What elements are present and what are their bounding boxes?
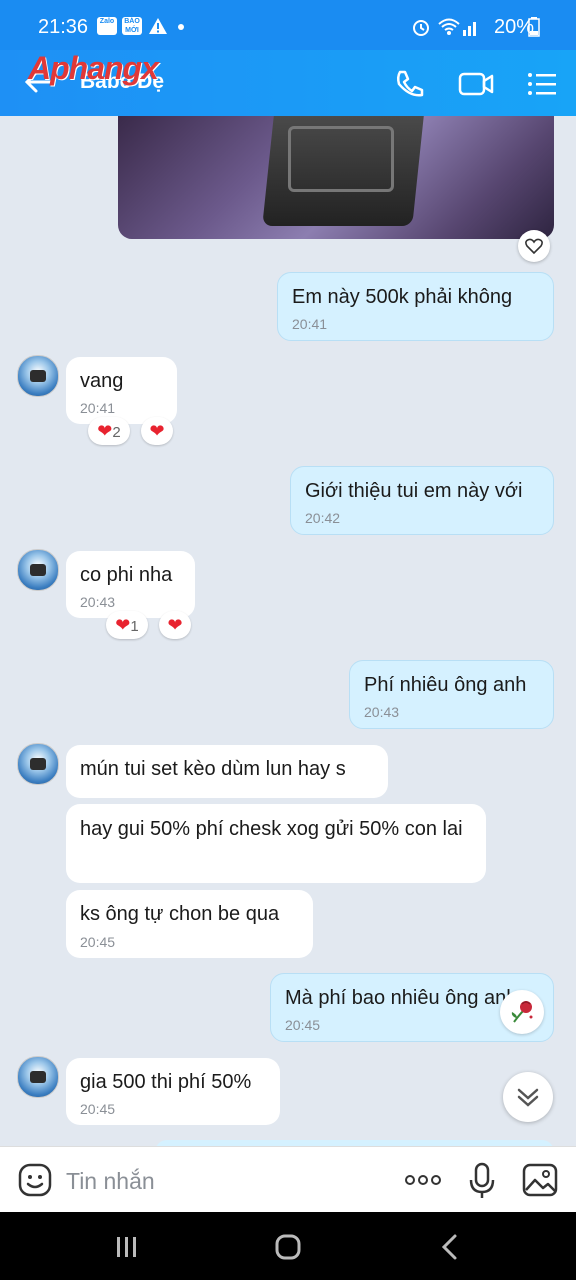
contact-avatar[interactable]: [17, 1056, 59, 1098]
message-time: 20:45: [80, 934, 116, 950]
zalo-icon-label: Zalo: [99, 18, 115, 25]
message-time: 20:45: [80, 1101, 116, 1117]
heart-icon: ❤: [149, 421, 165, 441]
system-navigation-bar: [0, 1212, 576, 1280]
contact-avatar[interactable]: [17, 355, 59, 397]
message-incoming[interactable]: ks ông tự chon be qua 20:45: [66, 890, 313, 958]
menu-list-icon[interactable]: [522, 64, 562, 104]
message-text: Phí nhiêu ông anh: [364, 674, 527, 696]
wilted-rose-reaction[interactable]: [500, 990, 544, 1034]
react-heart-button[interactable]: ❤: [159, 611, 191, 639]
baomoi-notification-icon: BÁO MỚI: [122, 17, 142, 35]
message-text: co phi nha: [80, 564, 173, 586]
warning-icon: [149, 18, 167, 34]
image-gallery-icon[interactable]: [522, 1163, 558, 1197]
message-text: vang: [80, 370, 124, 392]
dot-icon: [178, 24, 184, 30]
message-incoming[interactable]: mún tui set kèo dùm lun hay s: [66, 745, 388, 798]
contact-avatar[interactable]: [17, 549, 59, 591]
battery-icon: [528, 17, 540, 37]
message-time: 20:42: [305, 510, 341, 526]
message-incoming[interactable]: co phi nha 20:43: [66, 551, 195, 618]
wilted-rose-icon: [511, 1001, 533, 1023]
alarm-icon: [413, 20, 429, 36]
message-text: Giới thiệu tui em này với: [305, 480, 523, 502]
message-incoming[interactable]: vang 20:41: [66, 357, 177, 424]
more-options-icon[interactable]: [403, 1170, 443, 1190]
baomoi-icon-line2: MỚI: [125, 27, 139, 34]
double-chevron-down-icon: [517, 1088, 539, 1107]
heart-icon: ❤: [167, 615, 183, 635]
scroll-to-bottom-button[interactable]: [503, 1072, 553, 1122]
reaction-summary[interactable]: ❤1: [106, 611, 148, 639]
chat-header: Babe Đẹ Aphangx: [0, 50, 576, 116]
heart-outline-icon: [525, 238, 543, 255]
home-icon[interactable]: [274, 1233, 302, 1261]
baomoi-icon-line1: BÁO: [124, 18, 140, 25]
photo-content-detail: [288, 126, 394, 192]
message-incoming[interactable]: gia 500 thi phí 50% 20:45: [66, 1058, 280, 1125]
message-text: Mà phí bao nhiêu ông anh: [285, 987, 518, 1009]
reaction-count: 1: [130, 618, 139, 635]
zalo-notification-icon: Zalo: [97, 17, 117, 35]
wifi-icon: [438, 18, 460, 35]
phone-call-icon[interactable]: [390, 64, 430, 104]
message-composer: Tin nhắn: [0, 1146, 576, 1213]
message-incoming[interactable]: hay gui 50% phí chesk xog gửi 50% con la…: [66, 804, 486, 883]
react-heart-button[interactable]: [518, 230, 550, 262]
message-time: 20:41: [80, 400, 116, 416]
message-outgoing[interactable]: Phí nhiêu ông anh 20:43: [349, 660, 554, 729]
status-bar: 21:36 Zalo BÁO MỚI 20%: [0, 0, 576, 50]
message-text: gia 500 thi phí 50%: [80, 1071, 252, 1093]
message-time: 20:45: [285, 1017, 321, 1033]
reaction-count: 2: [112, 424, 121, 441]
message-text: Em này 500k phải không: [292, 286, 513, 308]
heart-icon: ❤: [97, 421, 113, 441]
photo-message[interactable]: [118, 116, 554, 239]
message-time: 20:43: [80, 594, 116, 610]
message-outgoing[interactable]: Em này 500k phải không 20:41: [277, 272, 554, 341]
recent-apps-icon[interactable]: [114, 1234, 140, 1260]
signal-icon: [463, 22, 476, 36]
watermark-text: Aphangx: [28, 50, 159, 86]
message-text: mún tui set kèo dùm lun hay s: [80, 758, 346, 780]
video-call-icon[interactable]: [456, 64, 496, 104]
heart-icon: ❤: [115, 615, 131, 635]
message-outgoing[interactable]: Giới thiệu tui em này với 20:42: [290, 466, 554, 535]
back-nav-icon[interactable]: [438, 1233, 462, 1261]
emoji-sticker-icon[interactable]: [17, 1162, 53, 1198]
message-text: hay gui 50% phí chesk xog gửi 50% con la…: [80, 818, 463, 840]
reaction-summary[interactable]: ❤2: [88, 417, 130, 445]
message-text: ks ông tự chon be qua: [80, 903, 280, 925]
status-time: 21:36: [38, 16, 89, 38]
microphone-icon[interactable]: [468, 1162, 496, 1200]
react-heart-button[interactable]: ❤: [141, 417, 173, 445]
message-time: 20:41: [292, 316, 328, 332]
message-time: 20:43: [364, 704, 400, 720]
contact-avatar[interactable]: [17, 743, 59, 785]
message-input[interactable]: Tin nhắn: [66, 1168, 155, 1195]
